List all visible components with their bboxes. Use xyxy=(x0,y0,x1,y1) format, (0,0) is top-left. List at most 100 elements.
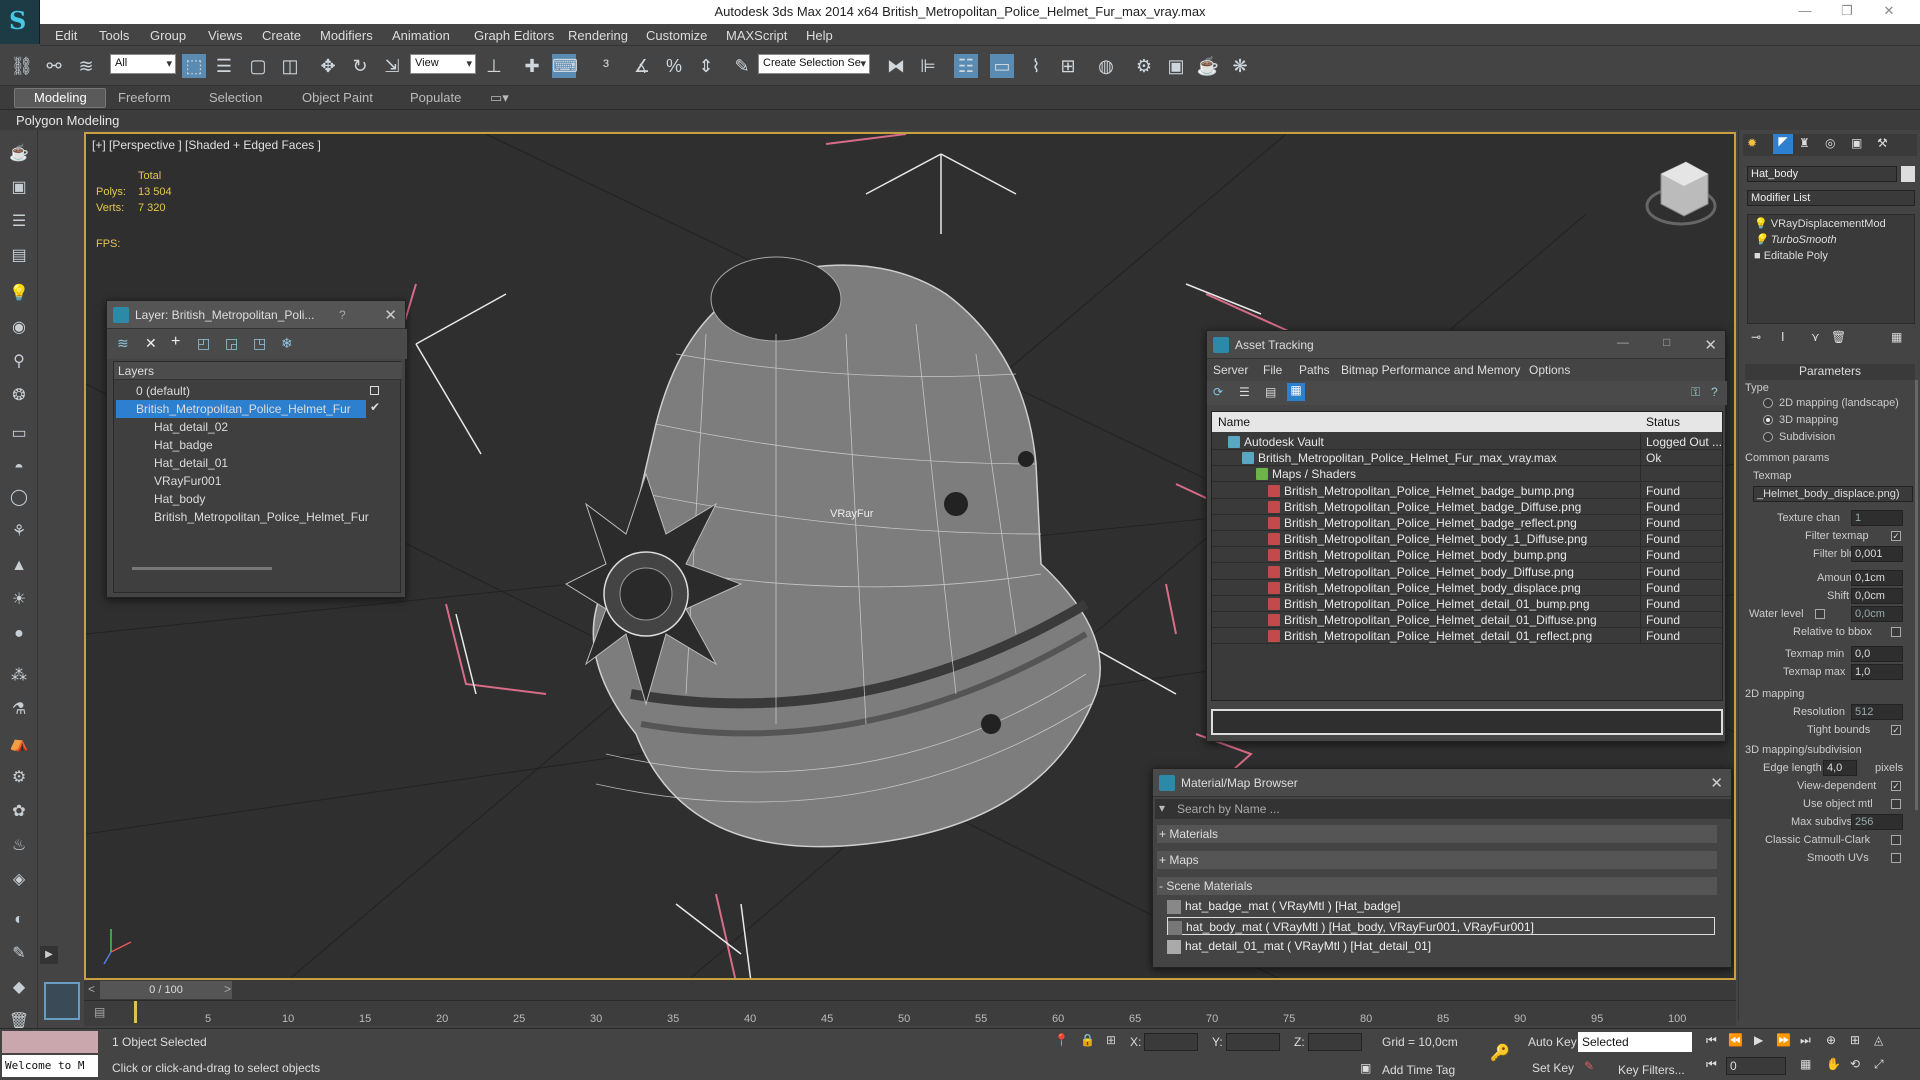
layer-hide-checkbox[interactable] xyxy=(370,386,379,395)
curve-editor-icon[interactable]: ⌇ xyxy=(1024,54,1048,78)
window-crossing-icon[interactable]: ◫ xyxy=(278,54,302,78)
displacement-icon[interactable]: ◈ xyxy=(7,868,31,892)
edge-length-spinner[interactable]: 4,0 xyxy=(1823,760,1857,776)
modifier-list-dropdown[interactable]: Modifier List xyxy=(1747,190,1915,206)
lock-selection-icon[interactable]: 🔒 xyxy=(1080,1033,1095,1047)
shift-spinner[interactable]: 0,0cm xyxy=(1851,588,1903,604)
texmap-button[interactable]: _Helmet_body_displace.png) xyxy=(1753,486,1913,502)
keyboard-shortcut-icon[interactable]: ⌨ xyxy=(552,54,578,78)
plant-icon[interactable]: ✿ xyxy=(7,800,31,824)
bind-space-warp-icon[interactable]: ≋ xyxy=(74,54,98,78)
zoom-icon[interactable]: ⊕ xyxy=(1826,1033,1836,1047)
maximize-viewport-icon[interactable]: ⤢ xyxy=(1874,1057,1884,1072)
time-tag-icon[interactable]: ▣ xyxy=(1360,1061,1371,1075)
texmap-min-spinner[interactable]: 0,0 xyxy=(1851,646,1903,662)
parameters-rollout[interactable]: Parameters xyxy=(1745,364,1915,380)
layer-object[interactable]: VRayFur001 xyxy=(154,472,221,490)
proxy-icon[interactable]: ⚗ xyxy=(7,698,31,722)
add-time-tag[interactable]: Add Time Tag xyxy=(1382,1063,1455,1077)
key-filters-icon[interactable]: ✎ xyxy=(1584,1059,1594,1073)
sun-icon[interactable]: ☀ xyxy=(7,588,31,612)
sphere-icon[interactable]: ◯ xyxy=(7,486,31,510)
thumbnail-view-icon[interactable]: ▤ xyxy=(1265,385,1276,399)
layer-object[interactable]: Hat_detail_01 xyxy=(154,454,228,472)
list-view-icon[interactable]: ☰ xyxy=(1239,385,1250,399)
maps-section[interactable]: + Maps xyxy=(1157,851,1717,869)
named-selection-dropdown[interactable]: Create Selection Se xyxy=(758,54,870,74)
snap-toggle-icon[interactable]: ³ xyxy=(594,54,618,78)
menu-graph-editors[interactable]: Graph Editors xyxy=(474,28,554,43)
modify-tab-icon[interactable]: ◤ xyxy=(1773,134,1793,154)
script-icon[interactable]: ✎ xyxy=(7,942,31,966)
maximize-button[interactable]: ❐ xyxy=(1832,3,1862,19)
edit-named-selection-icon[interactable]: ✎ xyxy=(730,54,754,78)
render-iterative-icon[interactable]: ❋ xyxy=(1228,54,1252,78)
modifier-item[interactable]: ■ Editable Poly xyxy=(1754,247,1828,265)
asset-row[interactable]: British_Metropolitan_Police_Helmet_badge… xyxy=(1212,498,1722,515)
create-tab-icon[interactable]: ✹ xyxy=(1747,136,1757,150)
scene-materials-section[interactable]: - Scene Materials xyxy=(1157,877,1717,895)
asset-menu-options[interactable]: Options xyxy=(1529,363,1570,377)
batch-render-icon[interactable]: ▤ xyxy=(7,244,31,268)
asset-menu-paths[interactable]: Paths xyxy=(1299,363,1330,377)
delete-layer-icon[interactable]: ✕ xyxy=(145,335,157,352)
make-unique-icon[interactable]: ⋎ xyxy=(1811,330,1820,344)
material-item[interactable]: hat_badge_mat ( VRayMtl ) [Hat_badge] xyxy=(1167,897,1400,915)
hair-fur-icon[interactable]: ♨ xyxy=(7,834,31,858)
classic-catmull-checkbox[interactable] xyxy=(1891,835,1901,845)
ribbon-toggle-icon[interactable]: ▭ xyxy=(990,54,1014,78)
rendered-frame-window-icon[interactable]: ▣ xyxy=(1164,54,1188,78)
menu-modifiers[interactable]: Modifiers xyxy=(320,28,373,43)
current-layer-check-icon[interactable]: ✔ xyxy=(370,400,380,414)
time-slider-thumb[interactable]: 0 / 100 xyxy=(100,981,232,999)
next-key-icon[interactable]: ⏩ xyxy=(1776,1033,1791,1047)
remove-modifier-icon[interactable]: 🗑 xyxy=(1831,330,1846,344)
prev-key-icon[interactable]: ⏪ xyxy=(1728,1033,1743,1047)
highlight-layer-icon[interactable]: ◲ xyxy=(225,335,238,352)
help-button[interactable]: ? xyxy=(339,308,346,322)
render-setup-icon[interactable]: ⚙ xyxy=(1132,54,1156,78)
close-button[interactable]: ✕ xyxy=(1874,3,1904,19)
asset-row[interactable]: British_Metropolitan_Police_Helmet_detai… xyxy=(1212,628,1722,645)
plane-icon[interactable]: ▭ xyxy=(7,422,31,446)
menu-create[interactable]: Create xyxy=(262,28,301,43)
hierarchy-tab-icon[interactable]: ♜ xyxy=(1799,136,1810,150)
go-to-start-icon[interactable]: ⏮ xyxy=(1706,1033,1717,1048)
dome-light-icon[interactable]: ◓ xyxy=(7,456,31,480)
track-bar[interactable]: ▤ 5 10 15 20 25 30 35 40 45 50 55 60 65 70 75 80 85 90 95 1… xyxy=(84,1000,1736,1026)
percent-snap-icon[interactable]: % xyxy=(662,54,686,78)
physical-camera-icon[interactable]: ⛺ xyxy=(7,732,31,756)
key-mode-dropdown[interactable]: Selected xyxy=(1578,1032,1692,1052)
material-search-input[interactable]: Search by Name ... xyxy=(1177,802,1280,816)
layer-item[interactable]: 0 (default) xyxy=(136,382,190,400)
auto-key-button[interactable]: Auto Key xyxy=(1528,1035,1577,1049)
key-mode-icon[interactable]: ⏮ xyxy=(1706,1057,1717,1072)
mini-curve-editor-icon[interactable]: ▤ xyxy=(94,1005,105,1019)
menu-views[interactable]: Views xyxy=(208,28,242,43)
pin-stack-icon[interactable]: ⊸ xyxy=(1751,330,1761,344)
asset-menu-bitmap[interactable]: Bitmap Performance and Memory xyxy=(1341,363,1520,377)
asset-row[interactable]: British_Metropolitan_Police_Helmet_body_… xyxy=(1212,563,1722,580)
camera-icon[interactable]: ◉ xyxy=(7,316,31,340)
search-options-icon[interactable]: ▾ xyxy=(1159,801,1165,815)
settings-icon[interactable]: ⚙ xyxy=(7,766,31,790)
key-icon[interactable]: 🔑 xyxy=(1490,1043,1510,1063)
layer-object[interactable]: British_Metropolitan_Police_Helmet_Fur xyxy=(154,508,369,526)
render-production-icon[interactable]: ☕ xyxy=(1196,54,1220,78)
schematic-view-icon[interactable]: ⊞ xyxy=(1056,54,1080,78)
menu-rendering[interactable]: Rendering xyxy=(568,28,628,43)
spinner-snap-icon[interactable]: ⇕ xyxy=(694,54,718,78)
minmax-viewport-button[interactable] xyxy=(44,982,80,1020)
object-name-field[interactable]: Hat_body xyxy=(1747,166,1897,182)
asset-path-field[interactable] xyxy=(1211,709,1723,735)
cone-light-icon[interactable]: ▲ xyxy=(7,554,31,578)
ribbon-options-icon[interactable]: ▭▾ xyxy=(490,90,509,106)
selection-filter-dropdown[interactable]: All xyxy=(110,54,176,74)
asset-minimize-icon[interactable]: — xyxy=(1617,335,1629,349)
asset-row[interactable]: British_Metropolitan_Police_Helmet_detai… xyxy=(1212,596,1722,612)
rect-selection-icon[interactable]: ▢ xyxy=(246,54,270,78)
layer-object[interactable]: Hat_detail_02 xyxy=(154,418,228,436)
teapot-icon[interactable]: ☕ xyxy=(7,142,31,166)
view-dependent-checkbox[interactable]: ✓ xyxy=(1891,781,1901,791)
key-filters-button[interactable]: Key Filters... xyxy=(1618,1063,1685,1077)
